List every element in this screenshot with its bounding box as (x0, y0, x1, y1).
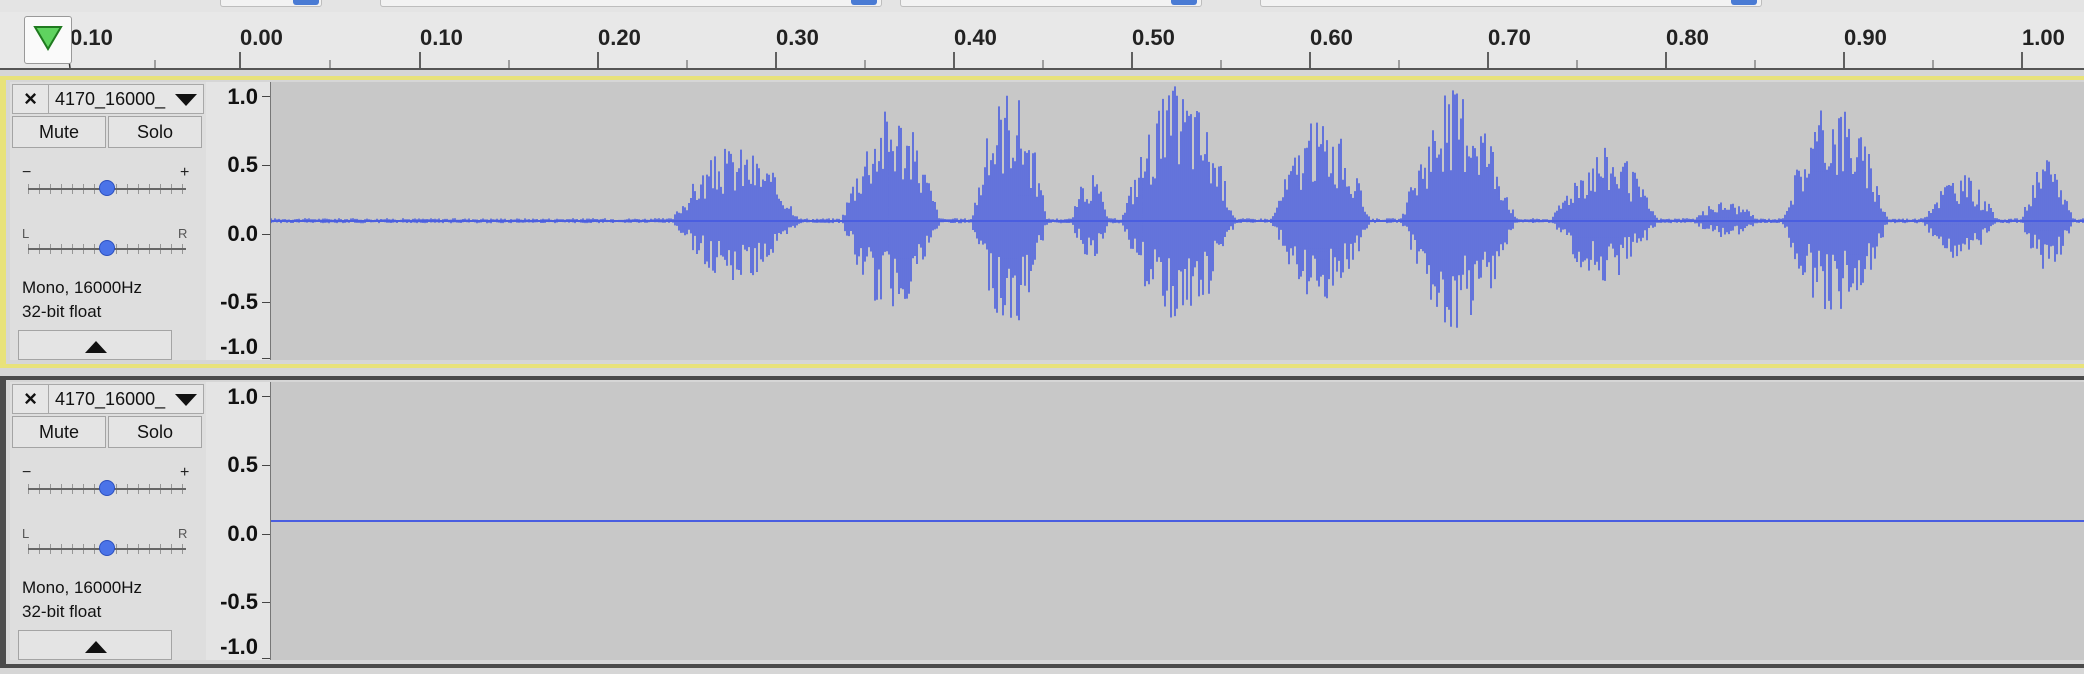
amplitude-label: 0.0 (227, 521, 258, 546)
toolbar-slider-1[interactable] (220, 0, 322, 7)
close-track-button[interactable]: × (13, 385, 49, 413)
amplitude-tick (262, 302, 270, 303)
gain-plus-label: + (180, 164, 190, 181)
mute-button[interactable]: Mute (12, 416, 106, 448)
amplitude-label: 1.0 (227, 84, 258, 109)
track-format-bits: 32-bit float (22, 602, 102, 621)
ruler-scale: 0.10 0.00 0.10 0.20 0.30 0.40 0.50 0.60 0.70 0.80… (67, 25, 2065, 68)
slider-thumb[interactable] (1171, 0, 1197, 5)
toolbar-slider-3[interactable] (900, 0, 1202, 7)
ruler-tick-label: 0.40 (954, 25, 997, 50)
pan-right-label: R (178, 526, 188, 541)
ruler-tick-label: 0.80 (1666, 25, 1709, 50)
amplitude-label: -1.0 (220, 334, 258, 359)
pan-slider-thumb[interactable] (99, 540, 115, 556)
gain-slider-thumb[interactable] (99, 180, 115, 196)
track-name[interactable]: 4170_16000_ (55, 385, 165, 413)
amplitude-tick (262, 358, 270, 359)
amplitude-label: -1.0 (220, 634, 258, 659)
gain-plus-label: + (180, 464, 190, 481)
amplitude-tick (262, 465, 270, 466)
amplitude-tick (262, 602, 270, 603)
mute-solo-row: Mute Solo (12, 116, 204, 148)
track-format-rate: Mono, 16000Hz (22, 278, 143, 297)
slider-thumb[interactable] (293, 0, 319, 5)
ruler-tick-label: 0.30 (776, 25, 819, 50)
collapse-track-button[interactable] (18, 630, 172, 660)
amplitude-tick (262, 165, 270, 166)
pan-slider-thumb[interactable] (99, 240, 115, 256)
amplitude-label: -0.5 (220, 289, 258, 314)
track-format-bits: 32-bit float (22, 302, 102, 321)
pan-left-label: L (22, 226, 30, 241)
amplitude-label: 0.5 (227, 152, 258, 177)
gain-minus-label: − (22, 164, 32, 181)
close-track-button[interactable]: × (13, 85, 49, 113)
track-name-bar[interactable]: × 4170_16000_ (12, 84, 204, 114)
gain-slider-thumb[interactable] (99, 480, 115, 496)
collapse-up-icon (85, 641, 107, 653)
solo-button[interactable]: Solo (108, 116, 202, 148)
amplitude-label: -0.5 (220, 589, 258, 614)
pan-left-label: L (22, 526, 30, 541)
ruler-tick-label: 0.70 (1488, 25, 1531, 50)
audacity-window: 0.10 0.00 0.10 0.20 0.30 0.40 0.50 0.60 0.70 0.80… (0, 0, 2084, 674)
audio-track-2[interactable]: × 4170_16000_ Mute Solo − + L R Mono, 16… (0, 376, 2084, 668)
amplitude-tick (262, 96, 270, 97)
audio-track-1[interactable]: × 4170_16000_ Mute Solo − + L R Mono, 16… (0, 76, 2084, 368)
waveform-signal (271, 86, 2084, 328)
amplitude-tick (262, 658, 270, 659)
timeline-ruler[interactable]: 0.10 0.00 0.10 0.20 0.30 0.40 0.50 0.60 0.70 0.80… (0, 12, 2084, 70)
ruler-tick-label: 1.00 (2022, 25, 2065, 50)
amplitude-tick (262, 396, 270, 397)
pan-right-label: R (178, 226, 188, 241)
waveform-area[interactable] (271, 82, 2084, 360)
amplitude-label: 0.5 (227, 452, 258, 477)
mute-solo-row: Mute Solo (12, 416, 204, 448)
amplitude-tick (262, 234, 270, 235)
amplitude-label: 0.0 (227, 221, 258, 246)
pan-slider[interactable]: L R (22, 524, 194, 564)
track-format-rate: Mono, 16000Hz (22, 578, 143, 597)
toolbar-slider-2[interactable] (380, 0, 882, 7)
track-body: × 4170_16000_ Mute Solo − + L R Mono, 16… (6, 80, 2084, 364)
track-control-panel: × 4170_16000_ Mute Solo − + L R Mono, 16… (10, 82, 207, 360)
play-head-button[interactable] (24, 16, 72, 64)
toolbar-slider-4[interactable] (1260, 0, 1762, 7)
slider-thumb[interactable] (1731, 0, 1757, 5)
track-menu-dropdown-icon[interactable] (175, 94, 197, 106)
pan-slider[interactable]: L R (22, 224, 194, 264)
track-body: × 4170_16000_ Mute Solo − + L R Mono, 16… (6, 380, 2084, 664)
amplitude-ruler[interactable]: 1.0 0.5 0.0 -0.5 -1.0 (206, 82, 271, 360)
ruler-tick-label: 0.10 (420, 25, 463, 50)
track-name-bar[interactable]: × 4170_16000_ (12, 384, 204, 414)
solo-button[interactable]: Solo (108, 416, 202, 448)
collapse-track-button[interactable] (18, 330, 172, 360)
track-control-panel: × 4170_16000_ Mute Solo − + L R Mono, 16… (10, 382, 207, 660)
mute-button[interactable]: Mute (12, 116, 106, 148)
ruler-tick-label: 0.90 (1844, 25, 1887, 50)
gain-slider[interactable]: − + (22, 164, 194, 204)
amplitude-ruler[interactable]: 1.0 0.5 0.0 -0.5 -1.0 (206, 382, 271, 660)
gain-slider[interactable]: − + (22, 464, 194, 504)
amplitude-label: 1.0 (227, 384, 258, 409)
slider-thumb[interactable] (851, 0, 877, 5)
ruler-tick-label: 0.20 (598, 25, 641, 50)
collapse-up-icon (85, 341, 107, 353)
waveform-area[interactable] (271, 382, 2084, 660)
ruler-tick-label: 0.10 (70, 25, 113, 50)
gain-minus-label: − (22, 464, 32, 481)
waveform (271, 86, 2084, 328)
ruler-tick-label: 0.60 (1310, 25, 1353, 50)
ruler-tick-label: 0.00 (240, 25, 283, 50)
track-menu-dropdown-icon[interactable] (175, 394, 197, 406)
ruler-tick-label: 0.50 (1132, 25, 1175, 50)
waveform (271, 520, 2084, 522)
play-head-triangle-icon (33, 26, 63, 51)
track-name[interactable]: 4170_16000_ (55, 85, 165, 113)
amplitude-tick (262, 534, 270, 535)
